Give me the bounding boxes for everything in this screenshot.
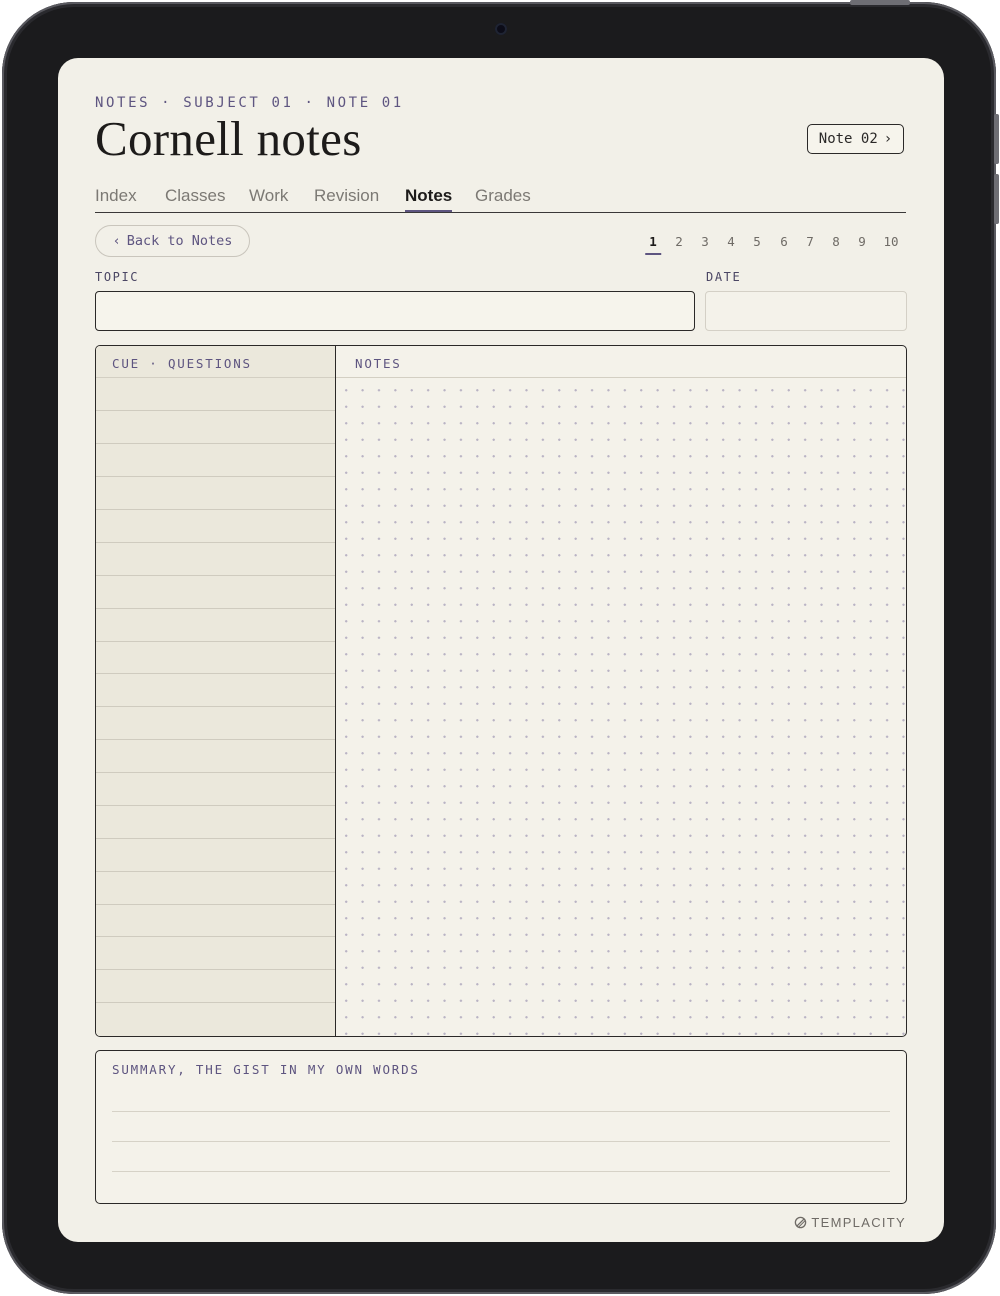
tablet-frame: NOTES · SUBJECT 01 · NOTE 01 Cornell not… [2,0,999,1294]
page-link[interactable]: 6 [780,234,788,249]
next-note-label: Note 02 [818,131,878,147]
cornell-grid: CUE · QUESTIONS NOTES [95,345,907,1037]
page-link[interactable]: 1 [645,234,661,255]
templacity-logo-icon [795,1216,807,1229]
cue-line [96,904,335,905]
chevron-right-icon: › [883,131,893,147]
cue-column[interactable]: CUE · QUESTIONS [96,346,336,1036]
page-link[interactable]: 10 [883,234,898,249]
cue-line [96,772,335,773]
summary-label: SUMMARY, THE GIST IN MY OWN WORDS [112,1062,420,1077]
page-link[interactable]: 4 [727,234,735,249]
brand-logo: TEMPLACITY [794,1215,906,1230]
summary-line [112,1111,890,1112]
notes-column-header: NOTES [336,346,906,378]
cue-column-header: CUE · QUESTIONS [96,346,335,378]
summary-box[interactable]: SUMMARY, THE GIST IN MY OWN WORDS [95,1050,907,1204]
topic-input[interactable] [95,291,695,331]
cue-line [96,608,335,609]
cue-line [96,542,335,543]
page-link[interactable]: 5 [753,234,761,249]
summary-line [112,1141,890,1142]
page-selector: 1 2 3 4 5 6 7 8 9 10 [58,234,944,255]
cue-line [96,641,335,642]
dot-grid [336,378,906,1036]
cue-line [96,410,335,411]
tab-index[interactable]: Index [95,186,137,206]
tab-work[interactable]: Work [249,186,288,206]
breadcrumb: NOTES · SUBJECT 01 · NOTE 01 [95,95,404,111]
page-link[interactable]: 2 [675,234,683,249]
tab-grades[interactable]: Grades [475,186,531,206]
volume-button [994,114,999,164]
page-link[interactable]: 8 [832,234,840,249]
cue-line [96,838,335,839]
volume-button [994,174,999,224]
date-input[interactable] [705,291,907,331]
summary-line [112,1171,890,1172]
tab-notes[interactable]: Notes [405,186,453,212]
tab-classes[interactable]: Classes [165,186,225,206]
screen: NOTES · SUBJECT 01 · NOTE 01 Cornell not… [58,58,944,1242]
cue-line [96,706,335,707]
cue-line [96,575,335,576]
cue-line [96,969,335,970]
power-button [850,0,910,5]
cue-line [96,936,335,937]
cue-line [96,1002,335,1003]
next-note-button[interactable]: Note 02 › [807,124,904,154]
cue-line [96,509,335,510]
brand-name: TEMPLACITY [811,1215,906,1230]
page-link[interactable]: 3 [701,234,709,249]
date-label: DATE [706,270,742,284]
page-link[interactable]: 9 [858,234,866,249]
tab-bar: Index Classes Work Revision Notes Grades [95,186,906,213]
notes-column[interactable]: NOTES [336,346,906,1036]
cue-line [96,443,335,444]
cue-line [96,476,335,477]
page-title: Cornell notes [95,111,362,166]
cue-line [96,805,335,806]
cue-line [96,871,335,872]
page-link[interactable]: 7 [806,234,814,249]
topic-label: TOPIC [95,270,140,284]
cue-line [96,673,335,674]
cue-line [96,739,335,740]
tab-revision[interactable]: Revision [314,186,379,206]
camera-icon [495,23,507,35]
